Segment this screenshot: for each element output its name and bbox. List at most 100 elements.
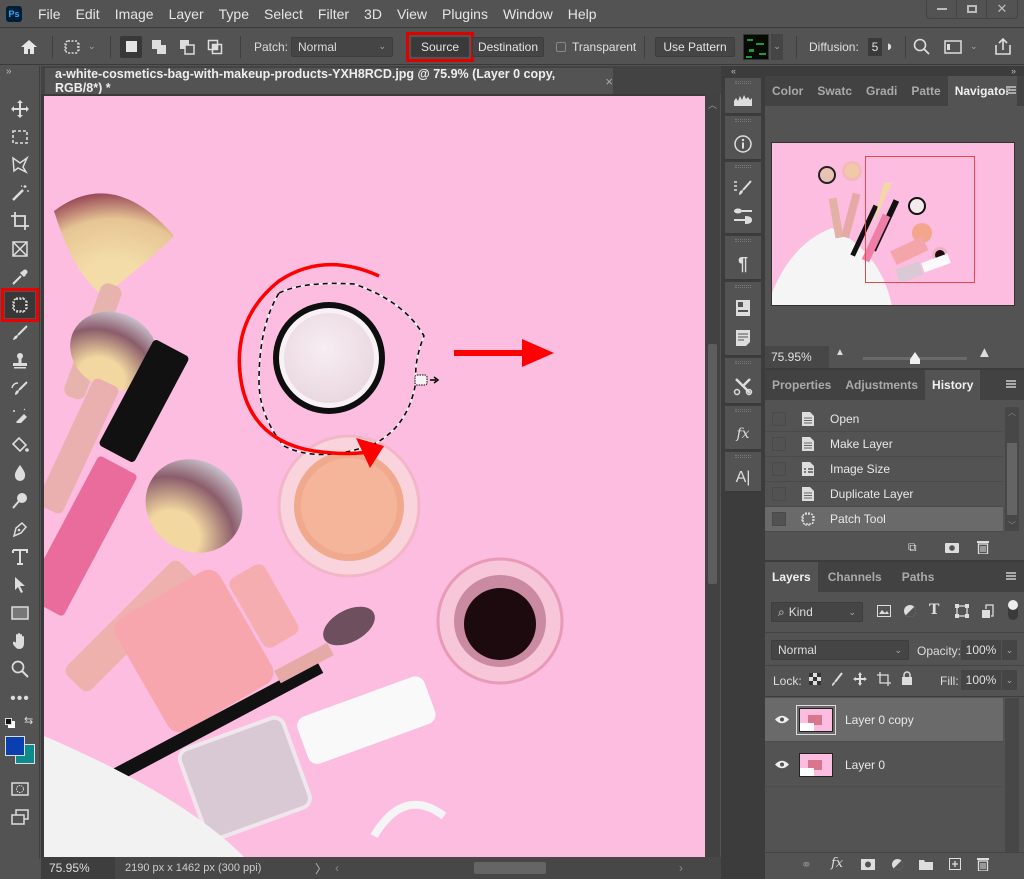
- menu-plugins[interactable]: Plugins: [442, 6, 488, 22]
- tool-rectangle[interactable]: [5, 600, 35, 626]
- history-snapshot-checkbox[interactable]: [772, 412, 786, 426]
- navigator-view-box[interactable]: [865, 156, 975, 283]
- tool-history-brush[interactable]: [5, 376, 35, 402]
- tool-preset-picker[interactable]: ⌄: [62, 28, 96, 65]
- libraries-button[interactable]: [733, 298, 753, 318]
- layer-row-selected[interactable]: Layer 0 copy: [765, 698, 1003, 742]
- tab-adjustments[interactable]: Adjustments: [838, 370, 925, 400]
- delete-state-button[interactable]: [977, 540, 989, 557]
- layer-thumbnail[interactable]: [796, 704, 836, 735]
- subtract-selection-button[interactable]: [176, 36, 198, 58]
- add-mask-button[interactable]: [861, 859, 875, 873]
- glyphs-button[interactable]: A|: [733, 468, 753, 488]
- collapse-toolbar[interactable]: »: [6, 66, 12, 77]
- fill-field[interactable]: 100%: [961, 670, 1001, 690]
- opacity-dropdown[interactable]: ⌄: [1002, 640, 1017, 660]
- new-adjustment-layer-button[interactable]: [891, 858, 904, 874]
- tool-clone-stamp[interactable]: [5, 348, 35, 374]
- blend-mode-dropdown[interactable]: Normal ⌄: [771, 640, 909, 660]
- history-item[interactable]: Image Size: [765, 457, 1003, 482]
- destination-button[interactable]: Destination: [472, 36, 544, 57]
- menu-view[interactable]: View: [397, 6, 427, 22]
- layer-style-button[interactable]: fx: [831, 856, 843, 871]
- menu-edit[interactable]: Edit: [76, 6, 100, 22]
- history-item[interactable]: Open: [765, 407, 1003, 432]
- filter-type-button[interactable]: T: [929, 602, 939, 618]
- navigator-zoom-slider-thumb[interactable]: [910, 352, 920, 364]
- tab-color[interactable]: Color: [765, 76, 810, 106]
- foreground-color-swatch[interactable]: [5, 736, 25, 756]
- layers-scrollbar[interactable]: [1005, 698, 1019, 856]
- menu-file[interactable]: File: [38, 6, 61, 22]
- diffusion-scrubber-icon[interactable]: ◗: [885, 38, 894, 55]
- menu-layer[interactable]: Layer: [169, 6, 204, 22]
- tool-pen[interactable]: [5, 516, 35, 542]
- add-to-selection-button[interactable]: [148, 36, 170, 58]
- intersect-selection-button[interactable]: [204, 36, 226, 58]
- fill-dropdown[interactable]: ⌄: [1002, 670, 1017, 690]
- menu-image[interactable]: Image: [115, 6, 154, 22]
- filter-pixel-button[interactable]: [877, 605, 891, 620]
- layer-visibility-toggle[interactable]: [765, 760, 799, 769]
- lock-all-button[interactable]: [901, 671, 913, 688]
- horizontal-scroll-thumb[interactable]: [474, 862, 546, 874]
- scroll-up-icon[interactable]: ︿: [1008, 407, 1016, 418]
- tool-type[interactable]: [5, 544, 35, 570]
- use-pattern-button[interactable]: Use Pattern: [655, 36, 735, 57]
- tool-magic-wand[interactable]: [5, 180, 35, 206]
- zoom-out-icon[interactable]: ▲: [835, 347, 845, 358]
- new-selection-button[interactable]: [120, 35, 142, 58]
- status-menu-arrow[interactable]: 〉: [315, 860, 327, 877]
- search-button[interactable]: [913, 28, 930, 65]
- lock-artboard-button[interactable]: [877, 672, 891, 689]
- filter-adjustment-button[interactable]: [903, 604, 917, 621]
- filter-shape-button[interactable]: [955, 604, 969, 621]
- source-button[interactable]: Source: [411, 36, 469, 57]
- lock-image-pixels-button[interactable]: [831, 672, 843, 689]
- history-snapshot-checkbox[interactable]: [772, 462, 786, 476]
- layer-visibility-toggle[interactable]: [765, 715, 799, 724]
- new-document-from-state-button[interactable]: ⧉: [908, 540, 917, 555]
- pattern-swatch[interactable]: [743, 33, 769, 60]
- tool-move[interactable]: [5, 96, 35, 122]
- tool-lasso[interactable]: [5, 152, 35, 178]
- scroll-left-icon[interactable]: ‹: [335, 861, 339, 875]
- navigator-thumbnail[interactable]: [771, 142, 1015, 306]
- navigator-panel-menu-icon[interactable]: [1006, 86, 1016, 94]
- history-item[interactable]: Duplicate Layer: [765, 482, 1003, 507]
- tool-patch[interactable]: [1, 288, 39, 322]
- default-colors-button[interactable]: [5, 718, 15, 728]
- tool-eyedropper[interactable]: [5, 264, 35, 290]
- history-snapshot-checkbox[interactable]: [772, 512, 786, 526]
- scroll-up-icon[interactable]: ︿: [708, 98, 717, 111]
- tab-history[interactable]: History: [925, 370, 981, 400]
- menu-window[interactable]: Window: [503, 6, 553, 22]
- home-button[interactable]: [20, 28, 38, 65]
- delete-layer-button[interactable]: [977, 857, 989, 874]
- document-tab[interactable]: a-white-cosmetics-bag-with-makeup-produc…: [45, 67, 613, 95]
- tool-frame[interactable]: [5, 236, 35, 262]
- tool-zoom[interactable]: [5, 656, 35, 682]
- history-item[interactable]: Make Layer: [765, 432, 1003, 457]
- tool-hand[interactable]: [5, 628, 35, 654]
- layer-row[interactable]: Layer 0: [765, 743, 1003, 787]
- restore-button[interactable]: [957, 0, 987, 18]
- tool-marquee[interactable]: [5, 124, 35, 150]
- menu-filter[interactable]: Filter: [318, 6, 349, 22]
- patch-mode-dropdown[interactable]: Normal ⌄: [291, 36, 393, 57]
- menu-3d[interactable]: 3D: [364, 6, 382, 22]
- filter-smart-object-button[interactable]: [981, 604, 995, 621]
- quick-mask-button[interactable]: [5, 776, 35, 802]
- tab-paths[interactable]: Paths: [892, 562, 945, 592]
- new-group-button[interactable]: [919, 859, 933, 873]
- collapse-panels-icon[interactable]: »: [1011, 66, 1016, 76]
- new-snapshot-button[interactable]: [945, 541, 959, 556]
- tab-properties[interactable]: Properties: [765, 370, 838, 400]
- tab-patterns[interactable]: Patte: [904, 76, 947, 106]
- notes-button[interactable]: [733, 328, 753, 348]
- tool-eraser[interactable]: [5, 404, 35, 430]
- minimize-button[interactable]: [927, 0, 957, 18]
- vertical-scrollbar[interactable]: ︿: [705, 94, 720, 857]
- image-canvas[interactable]: [44, 96, 705, 857]
- expand-dock-icon[interactable]: «: [731, 66, 736, 76]
